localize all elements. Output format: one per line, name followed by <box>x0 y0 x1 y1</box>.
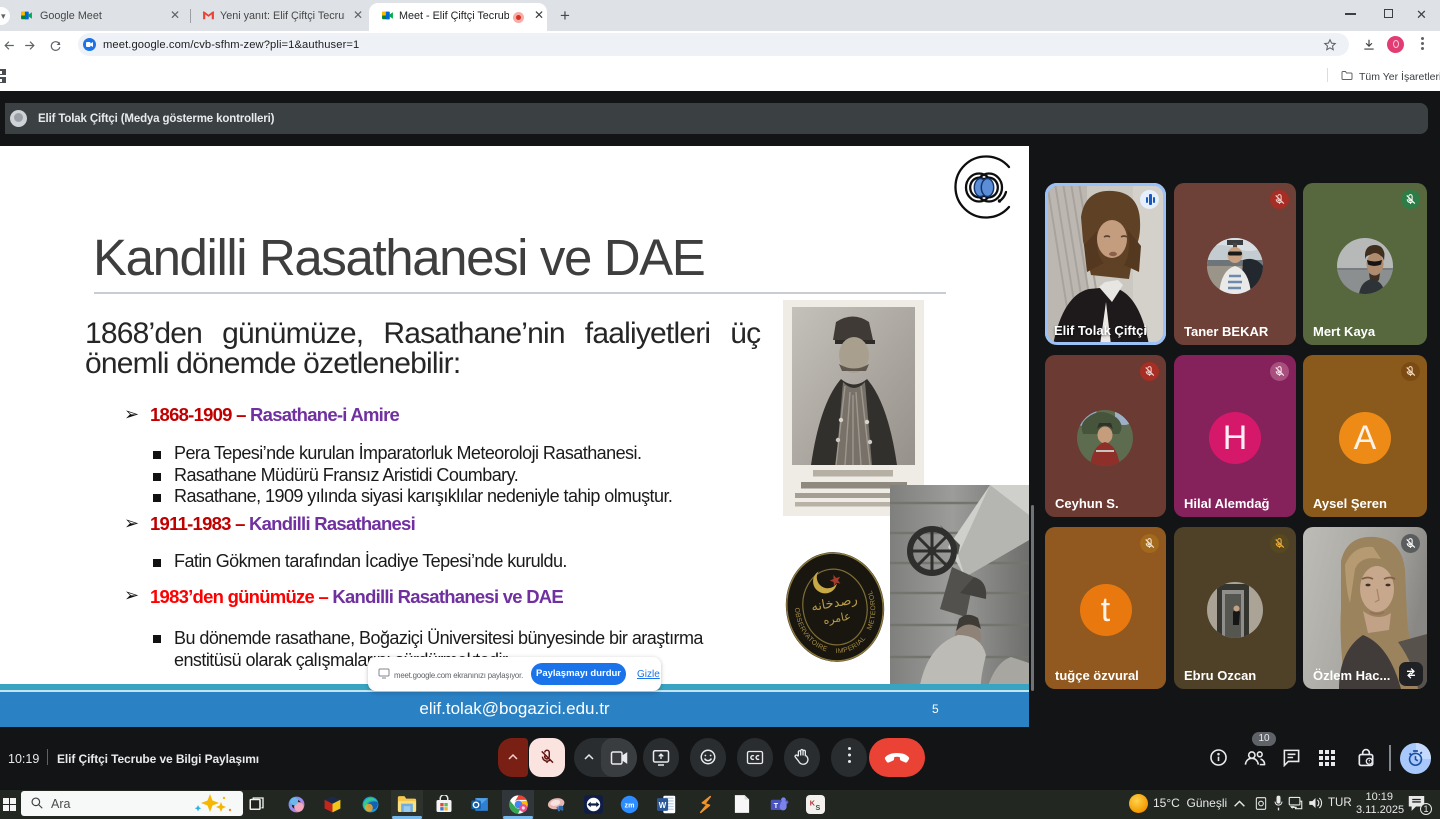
svg-text:T: T <box>774 802 779 810</box>
svg-text:W: W <box>659 801 667 810</box>
svg-text:S: S <box>816 804 821 812</box>
svg-text:zm: zm <box>625 802 635 810</box>
